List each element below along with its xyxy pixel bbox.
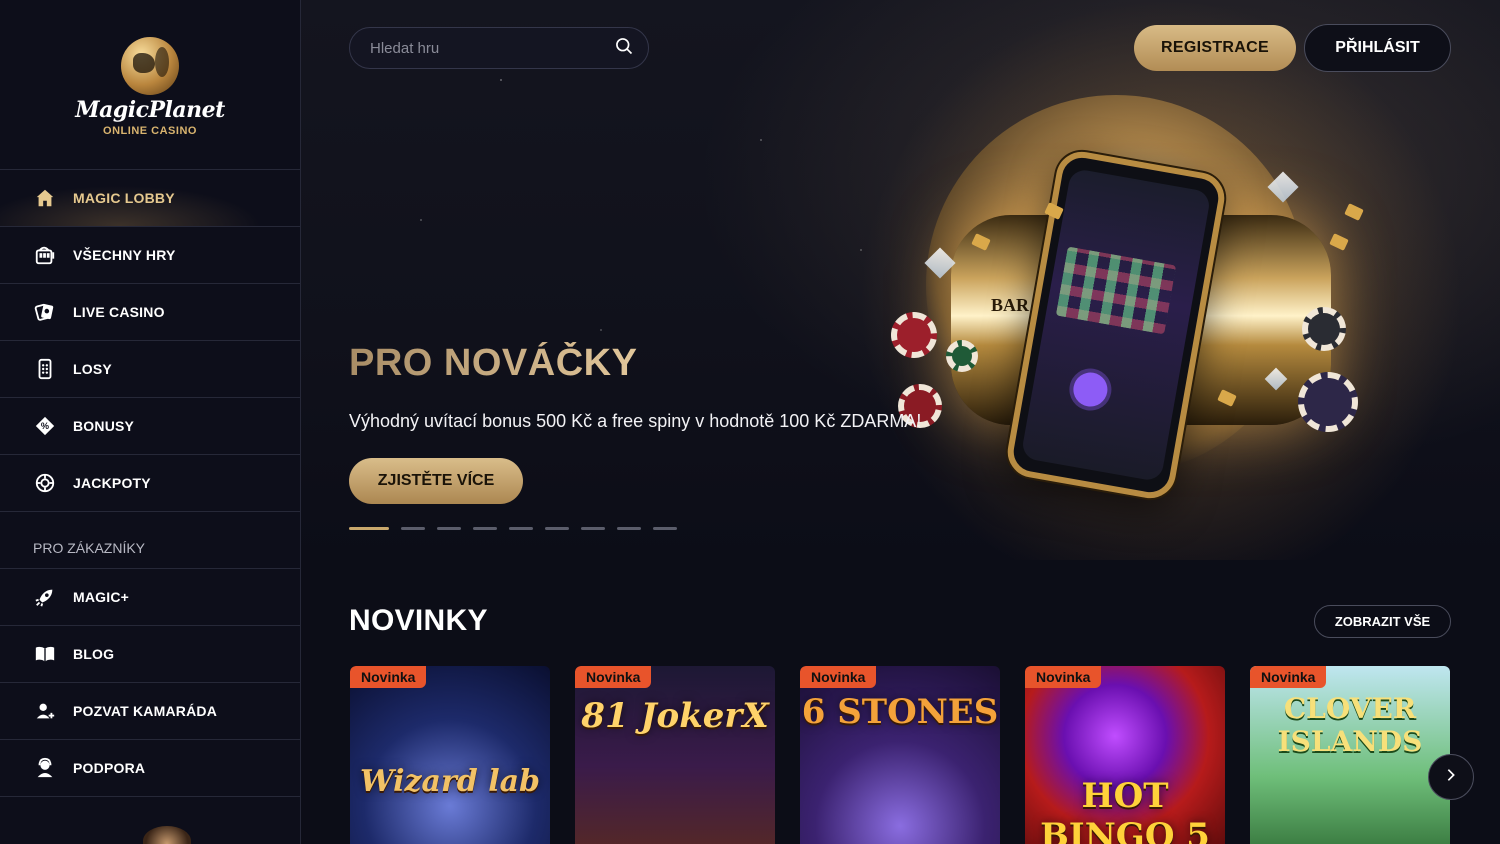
- app-root: MagicPlanet ONLINE CASINO MAGIC LOBBY VŠ…: [0, 0, 1500, 844]
- slide-dot[interactable]: [437, 527, 461, 530]
- bar-symbol-icon: BAR: [991, 295, 1030, 315]
- search-input[interactable]: [370, 39, 614, 57]
- sidebar-item-label: BONUSY: [73, 418, 135, 434]
- game-title: 6 STONES: [801, 692, 999, 732]
- sidebar-item-label: BLOG: [73, 646, 115, 662]
- games-row: Novinka Wizard lab Novinka 81 JokerX Nov…: [350, 666, 1450, 844]
- ticket-icon: [33, 357, 57, 381]
- sidebar-item-label: POZVAT KAMARÁDA: [73, 703, 218, 719]
- sidebar-item-label: MAGIC LOBBY: [73, 190, 175, 206]
- sidebar-item-bonusy[interactable]: % BONUSY: [0, 398, 300, 455]
- main-content: BAR REGISTRACE: [301, 0, 1500, 844]
- sidebar-item-label: LOSY: [73, 361, 112, 377]
- sidebar-item-label: LIVE CASINO: [73, 304, 165, 320]
- section-label-pro-zakazniky: PRO ZÁKAZNÍKY: [0, 512, 300, 569]
- avatar: [143, 826, 191, 844]
- add-user-icon: [33, 699, 57, 723]
- game-card-hot-bingo-5[interactable]: Novinka HOT BINGO 5: [1025, 666, 1225, 844]
- cards-icon: [33, 300, 57, 324]
- sidebar-item-label: JACKPOTY: [73, 475, 151, 491]
- poker-chip-icon: [1298, 372, 1358, 432]
- sidebar-item-pozvat-kamarada[interactable]: POZVAT KAMARÁDA: [0, 683, 300, 740]
- new-badge: Novinka: [1250, 666, 1327, 688]
- slide-dot[interactable]: [545, 527, 569, 530]
- home-icon: [33, 186, 57, 210]
- slider-pagination: [349, 527, 677, 530]
- sidebar-item-label: MAGIC+: [73, 589, 130, 605]
- search-icon[interactable]: [614, 36, 634, 61]
- learn-more-button[interactable]: ZJISTĚTE VÍCE: [349, 458, 523, 504]
- sidebar-item-blog[interactable]: BLOG: [0, 626, 300, 683]
- slide-dot[interactable]: [581, 527, 605, 530]
- sidebar-item-magic-plus[interactable]: MAGIC+: [0, 569, 300, 626]
- slide-dot[interactable]: [617, 527, 641, 530]
- sidebar-item-live-casino[interactable]: LIVE CASINO: [0, 284, 300, 341]
- register-button[interactable]: REGISTRACE: [1134, 25, 1296, 71]
- game-title: 81 JokerX: [581, 696, 769, 736]
- next-arrow-button[interactable]: [1428, 754, 1474, 800]
- poker-chip-icon: [1302, 307, 1346, 351]
- slide-dot[interactable]: [509, 527, 533, 530]
- book-icon: [33, 642, 57, 666]
- logo[interactable]: MagicPlanet ONLINE CASINO: [0, 0, 300, 170]
- slide-dot[interactable]: [349, 527, 389, 530]
- poker-chip-icon: [946, 340, 978, 372]
- poker-chip-icon: [891, 312, 937, 358]
- globe-logo-icon: [121, 36, 179, 95]
- chip-icon: [33, 471, 57, 495]
- hero-text: Výhodný uvítací bonus 500 Kč a free spin…: [349, 411, 922, 431]
- new-badge: Novinka: [800, 666, 877, 688]
- new-badge: Novinka: [1025, 666, 1102, 688]
- new-badge: Novinka: [575, 666, 652, 688]
- game-card-81-jokerx[interactable]: Novinka 81 JokerX: [575, 666, 775, 844]
- slot-machine-icon: [33, 243, 57, 267]
- sidebar-item-label: VŠECHNY HRY: [73, 247, 176, 263]
- game-title: HOT BINGO 5: [1040, 776, 1210, 844]
- game-card-wizard-lab[interactable]: Novinka Wizard lab: [350, 666, 550, 844]
- sidebar-item-losy[interactable]: LOSY: [0, 341, 300, 398]
- sidebar: MagicPlanet ONLINE CASINO MAGIC LOBBY VŠ…: [0, 0, 301, 844]
- game-title: Wizard lab: [359, 764, 541, 799]
- section-title-novinky: NOVINKY: [349, 604, 488, 637]
- chevron-right-icon: [1443, 767, 1459, 788]
- rocket-icon: [33, 585, 57, 609]
- hero-title: PRO NOVÁČKY: [349, 342, 638, 384]
- bonus-tag-icon: %: [33, 414, 57, 438]
- slide-dot[interactable]: [401, 527, 425, 530]
- game-title: CLOVER ISLANDS: [1277, 692, 1423, 758]
- sidebar-item-vsechny-hry[interactable]: VŠECHNY HRY: [0, 227, 300, 284]
- game-card-clover-islands[interactable]: Novinka CLOVER ISLANDS: [1250, 666, 1450, 844]
- slide-dot[interactable]: [473, 527, 497, 530]
- support-agent-icon: [33, 756, 57, 780]
- svg-text:%: %: [41, 421, 49, 431]
- login-button[interactable]: PŘIHLÁSIT: [1304, 24, 1451, 72]
- sidebar-item-label: PODPORA: [73, 760, 146, 776]
- brand-name: MagicPlanet: [75, 96, 225, 123]
- slide-dot[interactable]: [653, 527, 677, 530]
- brand-tagline: ONLINE CASINO: [103, 124, 197, 137]
- game-card-6-stones[interactable]: Novinka 6 STONES: [800, 666, 1000, 844]
- search-bar[interactable]: [349, 27, 649, 69]
- sidebar-item-magic-lobby[interactable]: MAGIC LOBBY: [0, 170, 300, 227]
- sidebar-item-jackpoty[interactable]: JACKPOTY: [0, 455, 300, 512]
- new-badge: Novinka: [350, 666, 427, 688]
- show-all-button[interactable]: ZOBRAZIT VŠE: [1314, 605, 1451, 638]
- sidebar-item-podpora[interactable]: PODPORA: [0, 740, 300, 797]
